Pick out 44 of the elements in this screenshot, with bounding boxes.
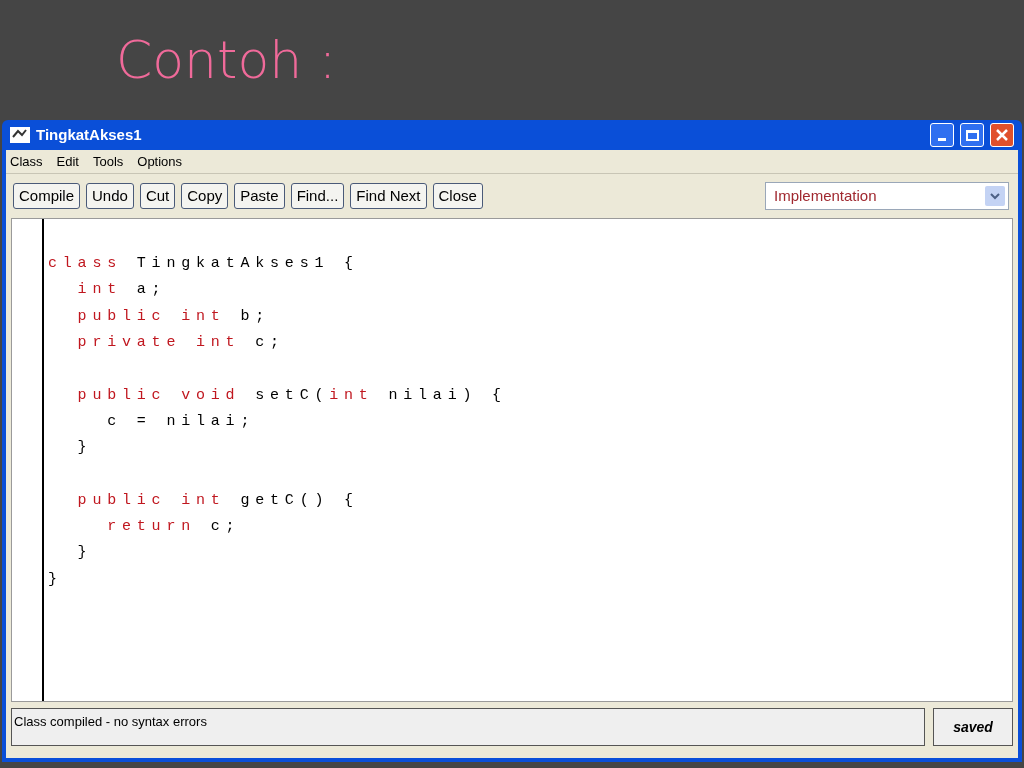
app-icon xyxy=(10,127,30,143)
code-keyword: public void xyxy=(76,385,241,406)
code-text: setC( xyxy=(254,385,330,406)
code-keyword: private int xyxy=(76,333,241,354)
code-keyword: int xyxy=(329,385,374,406)
save-state-panel: saved xyxy=(933,708,1013,746)
toolbar-button[interactable]: Compile xyxy=(13,183,81,209)
code-text: } xyxy=(76,438,93,459)
maximize-button[interactable] xyxy=(960,123,984,147)
menu-item[interactable]: Edit xyxy=(56,151,79,172)
code-text: } xyxy=(76,543,93,564)
code-keyword: public int xyxy=(76,490,226,511)
code-text: nilai) { xyxy=(387,385,507,406)
code-editor[interactable]: class TingkatAkses1 { int a; public int b; private int c; public void setC(int nilai) { c = nilai; } public int getC() { return c; } } xyxy=(11,218,1013,702)
code-keyword: public int xyxy=(76,306,226,327)
code-text: getC() { xyxy=(239,490,359,511)
code-text: c; xyxy=(254,333,285,354)
code-text: TingkatAkses1 { xyxy=(135,254,359,275)
minimize-button[interactable] xyxy=(930,123,954,147)
toolbar-button[interactable]: Close xyxy=(432,183,483,209)
code-keyword: class xyxy=(48,254,122,275)
code-text: b; xyxy=(239,306,271,327)
chevron-down-icon xyxy=(985,186,1005,206)
code-text: } xyxy=(48,569,63,590)
code-keyword: int xyxy=(76,280,122,301)
toolbar-button[interactable]: Find... xyxy=(290,183,345,209)
toolbar-button[interactable]: Copy xyxy=(181,183,229,209)
status-message-bar: Class compiled - no syntax errors xyxy=(11,708,925,746)
close-icon xyxy=(996,129,1008,141)
menu-item[interactable]: Options xyxy=(137,151,183,172)
slide-title: Contoh : xyxy=(116,29,337,92)
toolbar-button[interactable]: Undo xyxy=(86,183,134,209)
toolbar-button[interactable]: Cut xyxy=(139,183,176,209)
close-button[interactable] xyxy=(990,123,1014,147)
toolbar-button[interactable]: Paste xyxy=(234,183,285,209)
window-title: TingkatAkses1 xyxy=(36,124,142,145)
code-text: c = nilai; xyxy=(106,411,256,432)
menu-item[interactable]: Class xyxy=(10,151,43,172)
code-text: c; xyxy=(209,517,241,538)
toolbar-button[interactable]: Find Next xyxy=(350,183,427,209)
menu-item[interactable]: Tools xyxy=(92,151,124,172)
code-keyword: return xyxy=(106,517,196,538)
code-text: a; xyxy=(135,280,167,301)
view-dropdown[interactable]: Implementation xyxy=(765,182,1009,210)
